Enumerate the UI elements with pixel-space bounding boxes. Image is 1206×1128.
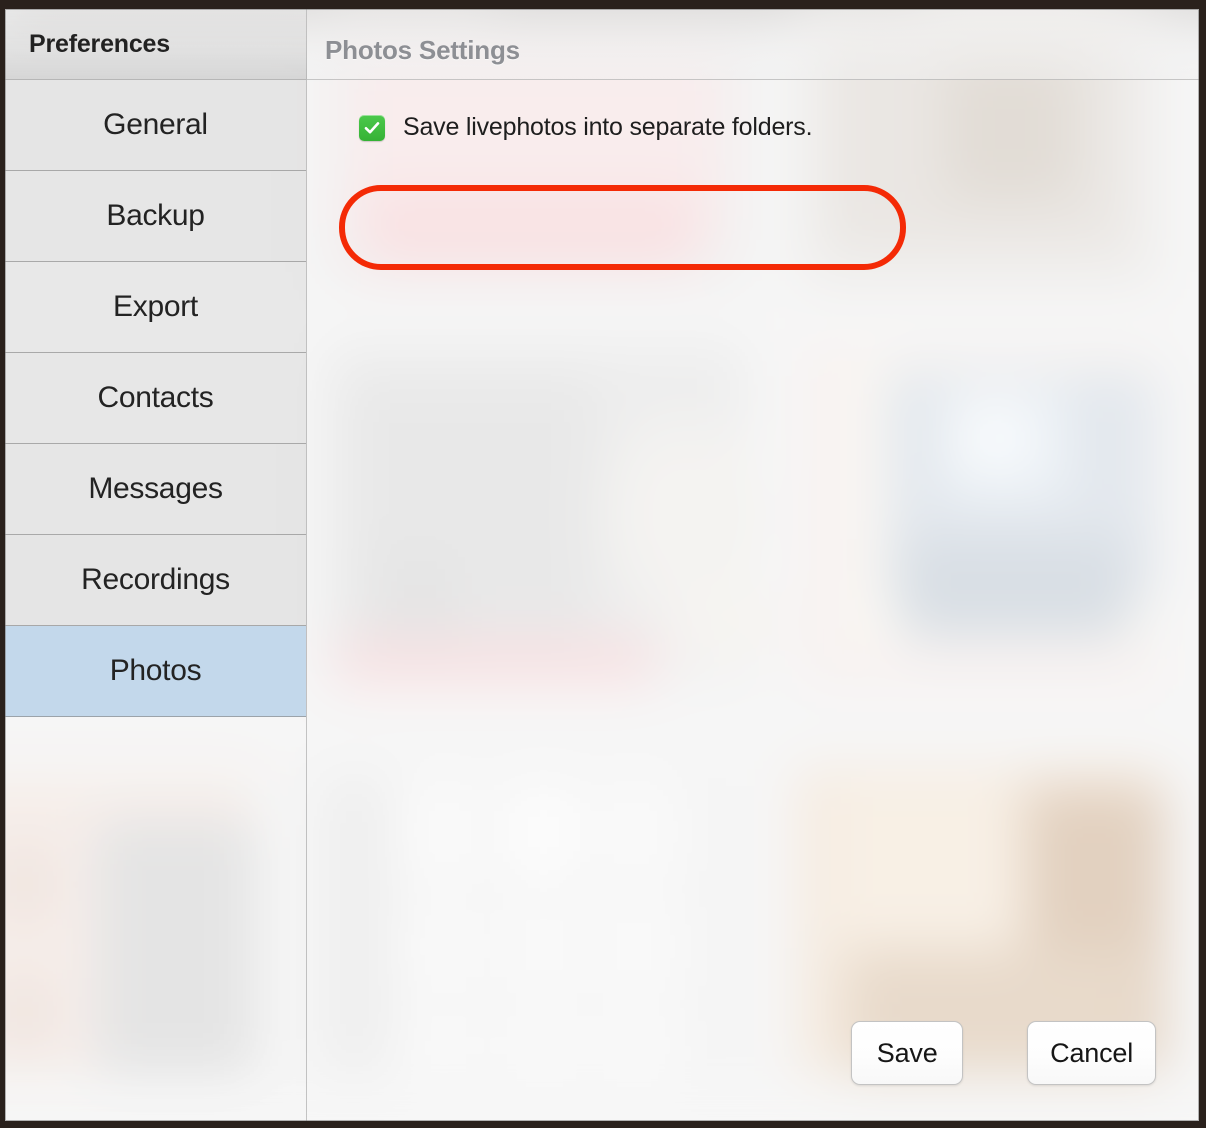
sidebar-item-label: Messages (88, 472, 223, 505)
sidebar-item-messages[interactable]: Messages (5, 444, 306, 535)
sidebar-item-photos[interactable]: Photos (5, 626, 306, 717)
sidebar-empty-area (5, 717, 306, 1121)
content-header: Photos Settings (307, 9, 1199, 80)
sidebar-item-label: Export (113, 290, 198, 323)
content-column: Photos Settings Save livephotos into sep… (307, 9, 1199, 1121)
livephotos-setting-row[interactable]: Save livephotos into separate folders. (359, 113, 813, 142)
sidebar-column: Preferences General Backup Export Contac… (5, 9, 307, 1121)
sidebar-item-label: Photos (109, 654, 202, 687)
preferences-dialog: Preferences General Backup Export Contac… (5, 9, 1199, 1121)
livephotos-checkbox-label: Save livephotos into separate folders. (403, 113, 813, 141)
settings-heading: Photos Settings (325, 35, 520, 65)
sidebar-item-contacts[interactable]: Contacts (5, 353, 306, 444)
sidebar-item-general[interactable]: General (5, 80, 306, 171)
checkmark-icon (364, 121, 380, 133)
sidebar-item-label: Contacts (97, 381, 214, 414)
screenshot-frame: Preferences General Backup Export Contac… (0, 0, 1206, 1128)
sidebar-item-recordings[interactable]: Recordings (5, 535, 306, 626)
sidebar-item-label: General (103, 108, 208, 141)
save-button[interactable]: Save (851, 1021, 964, 1085)
sidebar-nav-list: General Backup Export Contacts Messages … (5, 80, 307, 1121)
dialog-titlebar: Preferences (5, 9, 307, 80)
dialog-footer-buttons: Save Cancel (851, 1021, 1156, 1085)
settings-body: Save livephotos into separate folders. S… (307, 80, 1199, 1121)
sidebar-item-backup[interactable]: Backup (5, 171, 306, 262)
cancel-button[interactable]: Cancel (1027, 1021, 1156, 1085)
sidebar-item-export[interactable]: Export (5, 262, 306, 353)
page-title: Preferences (29, 30, 170, 58)
livephotos-checkbox[interactable] (359, 114, 385, 141)
sidebar-item-label: Backup (106, 199, 205, 232)
sidebar-item-label: Recordings (81, 563, 230, 596)
